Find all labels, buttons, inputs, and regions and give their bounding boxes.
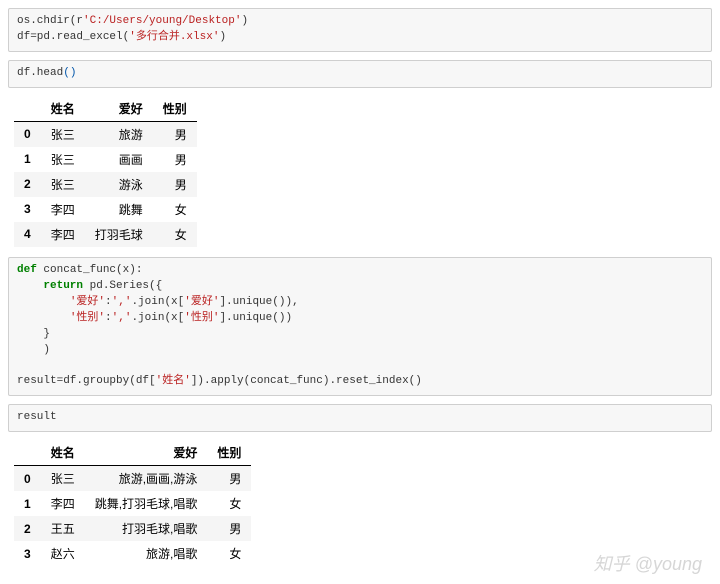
code-line: '爱好':','.join(x['爱好'].unique()), [17,296,299,308]
output-table-1: 姓名 爱好 性别 0张三旅游男 1张三画画男 2张三游泳男 3李四跳舞女 4李四… [14,96,197,247]
code-line: df.head() [17,67,76,79]
code-cell-3: def concat_func(x): return pd.Series({ '… [8,257,712,397]
table-row: 0张三旅游,画画,游泳男 [14,466,251,492]
table-row: 2王五打羽毛球,唱歌男 [14,516,251,541]
col-header [14,440,41,466]
code-line: '性别':','.join(x['性别'].unique()) [17,312,292,324]
col-header [14,96,41,122]
code-line: return pd.Series({ [17,280,162,292]
table-row: 0张三旅游男 [14,121,197,147]
col-header: 爱好 [85,440,208,466]
table-row: 4李四打羽毛球女 [14,222,197,247]
code-line: df=pd.read_excel('多行合并.xlsx') [17,31,226,43]
table-row: 3李四跳舞女 [14,197,197,222]
code-cell-1: os.chdir(r'C:/Users/young/Desktop') df=p… [8,8,712,52]
col-header: 性别 [207,440,251,466]
table-row: 3赵六旅游,唱歌女 [14,541,251,566]
table-row: 2张三游泳男 [14,172,197,197]
code-cell-2: df.head() [8,60,712,88]
code-cell-4: result [8,404,712,432]
col-header: 姓名 [41,440,85,466]
col-header: 姓名 [41,96,85,122]
watermark: 知乎 @young [594,550,702,576]
code-line: result [17,411,57,423]
code-line: result=df.groupby(df['姓名']).apply(concat… [17,375,422,387]
col-header: 性别 [153,96,197,122]
code-line: } [17,328,50,340]
table-row: 1李四跳舞,打羽毛球,唱歌女 [14,491,251,516]
code-line: os.chdir(r'C:/Users/young/Desktop') [17,15,248,27]
table-row: 1张三画画男 [14,147,197,172]
code-line: ) [17,344,50,356]
code-line: def concat_func(x): [17,264,142,276]
output-table-2: 姓名 爱好 性别 0张三旅游,画画,游泳男 1李四跳舞,打羽毛球,唱歌女 2王五… [14,440,251,566]
col-header: 爱好 [85,96,153,122]
